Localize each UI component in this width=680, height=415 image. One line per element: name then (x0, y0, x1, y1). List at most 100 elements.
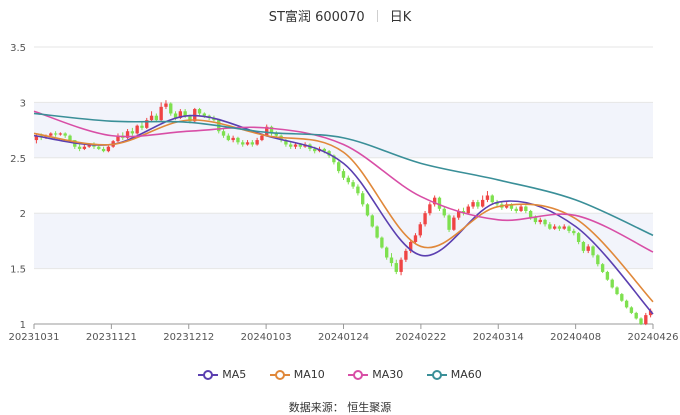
candle-body (394, 263, 398, 272)
x-tick-label: 20231121 (86, 332, 137, 343)
candle-body (149, 115, 154, 121)
candle-body (389, 257, 394, 264)
candle-body (130, 131, 135, 134)
candle-body (548, 224, 552, 229)
y-tick-label: 1.5 (10, 265, 26, 276)
candle-body (586, 246, 590, 251)
legend-label-ma10: MA10 (293, 368, 325, 381)
x-tick-label: 20240408 (550, 332, 601, 343)
legend-item-ma30[interactable]: MA30 (348, 368, 403, 381)
candle-body (82, 146, 87, 149)
candle-body (385, 247, 389, 258)
y-tick-label: 3 (20, 98, 26, 109)
candle-body (423, 213, 427, 225)
grid-band (34, 213, 653, 269)
candle-body (58, 133, 63, 135)
candle-body (68, 135, 72, 141)
candle-body (399, 259, 403, 272)
x-tick-label: 20231031 (9, 332, 60, 343)
candle-body (351, 182, 355, 187)
candle-body (562, 226, 566, 229)
candle-body (519, 206, 523, 211)
legend-marker-ma60 (426, 370, 447, 380)
candle-body (221, 131, 226, 136)
candle-body (370, 215, 374, 227)
candle-body (106, 146, 111, 152)
candle-body (514, 208, 518, 211)
candle-body (135, 125, 139, 134)
candle-body (260, 135, 264, 141)
candle-body (442, 208, 446, 216)
candle-body (437, 197, 442, 209)
candle-body (183, 111, 187, 116)
candle-body (154, 115, 159, 121)
candle-body (164, 103, 168, 107)
legend: MA5 MA10 MA30 MA60 (0, 368, 680, 381)
candle-body (572, 230, 576, 234)
candle-body (591, 246, 595, 256)
legend-item-ma10[interactable]: MA10 (269, 368, 325, 381)
candle-body (49, 133, 53, 136)
candle-body (629, 307, 634, 313)
x-tick-label: 20240426 (628, 332, 679, 343)
y-tick-label: 2 (20, 209, 26, 220)
candle-body (140, 125, 144, 128)
candle-body (615, 287, 619, 295)
legend-label-ma30: MA30 (372, 368, 404, 381)
legend-item-ma5[interactable]: MA5 (198, 368, 246, 381)
candle-body (236, 137, 240, 143)
candle-body (375, 226, 379, 238)
candle-body (356, 186, 360, 194)
candle-body (404, 250, 408, 260)
candle-body (600, 264, 605, 272)
candle-body (250, 142, 255, 145)
candle-body (231, 137, 235, 141)
legend-marker-ma5 (198, 370, 219, 380)
candle-body (485, 195, 490, 200)
candle-body (605, 271, 610, 280)
candle-body (365, 204, 370, 216)
x-tick-label: 20240103 (241, 332, 292, 343)
candle-body (413, 235, 418, 243)
candle-body (245, 142, 250, 145)
candle-body (202, 113, 207, 116)
candle-body (476, 202, 480, 207)
candle-body (159, 106, 163, 121)
y-tick-label: 2.5 (10, 154, 26, 165)
candle-body (644, 315, 648, 324)
kline-chart: 1 1.5 2 2.5 3 3.5 20231031 20231121 20231212 2024… (9, 43, 679, 343)
candle-body (361, 193, 365, 205)
candle-body (490, 195, 494, 203)
candle-body (197, 109, 202, 114)
candle-body (289, 144, 293, 147)
candle-body (241, 142, 245, 145)
candle-body (97, 146, 101, 149)
candle-body (567, 226, 571, 231)
legend-label-ma60: MA60 (450, 368, 482, 381)
legend-label-ma5: MA5 (222, 368, 247, 381)
candle-body (101, 148, 106, 152)
candle-body (255, 140, 259, 145)
grid-band (34, 102, 653, 158)
candle-body (480, 199, 485, 207)
candle-body (313, 148, 317, 152)
candle-body (610, 279, 614, 288)
candle-body (533, 217, 538, 223)
candle-body (428, 204, 432, 214)
x-tick-label: 20240314 (473, 332, 524, 343)
candle-body (418, 224, 422, 236)
candle-body (63, 133, 67, 136)
x-tick-label: 20240222 (395, 332, 446, 343)
candle-body (639, 318, 643, 324)
x-tick-label: 20240124 (318, 332, 369, 343)
candle-body (466, 206, 470, 214)
candle-body (576, 233, 581, 243)
y-tick-label: 1 (20, 320, 26, 331)
candle-body (620, 294, 624, 301)
candle-body (471, 202, 475, 207)
legend-item-ma60[interactable]: MA60 (426, 368, 482, 381)
candle-body (169, 103, 173, 114)
y-tick-label: 3.5 (10, 43, 26, 54)
candle-body (341, 171, 346, 178)
candle-body (543, 219, 547, 225)
